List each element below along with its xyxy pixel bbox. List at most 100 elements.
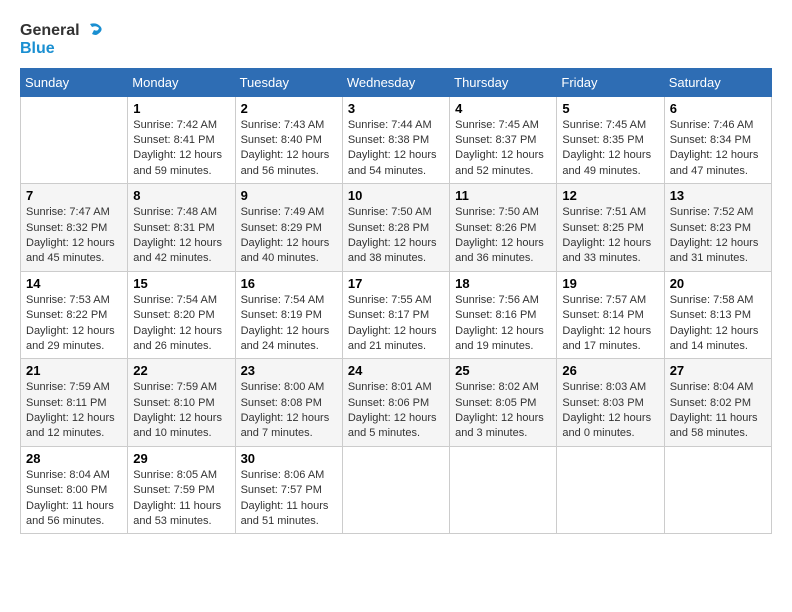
page-header: General Blue xyxy=(20,20,772,58)
calendar-cell: 8 Sunrise: 7:48 AM Sunset: 8:31 PM Daylig… xyxy=(128,184,235,272)
day-info: Sunrise: 8:06 AM Sunset: 7:57 PM Dayligh… xyxy=(241,468,337,530)
day-number: 19 xyxy=(562,276,658,291)
day-number: 18 xyxy=(455,276,551,291)
calendar-cell: 14 Sunrise: 7:53 AM Sunset: 8:22 PM Dayli… xyxy=(21,271,128,359)
calendar-cell: 23 Sunrise: 8:00 AM Sunset: 8:08 PM Dayli… xyxy=(235,359,342,447)
calendar-cell: 19 Sunrise: 7:57 AM Sunset: 8:14 PM Dayli… xyxy=(557,271,664,359)
header-day-wednesday: Wednesday xyxy=(342,68,449,96)
day-info: Sunrise: 7:54 AM Sunset: 8:20 PM Dayligh… xyxy=(133,293,229,355)
day-number: 23 xyxy=(241,363,337,378)
day-number: 27 xyxy=(670,363,766,378)
calendar-cell: 12 Sunrise: 7:51 AM Sunset: 8:25 PM Dayli… xyxy=(557,184,664,272)
day-info: Sunrise: 7:57 AM Sunset: 8:14 PM Dayligh… xyxy=(562,293,658,355)
day-info: Sunrise: 7:50 AM Sunset: 8:26 PM Dayligh… xyxy=(455,205,551,267)
calendar-cell: 7Sunrise: 7:47 AM Sunset: 8:32 PM Daylig… xyxy=(21,184,128,272)
header-day-friday: Friday xyxy=(557,68,664,96)
calendar-cell: 11 Sunrise: 7:50 AM Sunset: 8:26 PM Dayli… xyxy=(450,184,557,272)
day-info: Sunrise: 7:56 AM Sunset: 8:16 PM Dayligh… xyxy=(455,293,551,355)
day-number: 21 xyxy=(26,363,122,378)
calendar-cell: 25Sunrise: 8:02 AM Sunset: 8:05 PM Dayli… xyxy=(450,359,557,447)
day-info: Sunrise: 7:59 AM Sunset: 8:11 PM Dayligh… xyxy=(26,380,122,442)
day-info: Sunrise: 8:01 AM Sunset: 8:06 PM Dayligh… xyxy=(348,380,444,442)
day-info: Sunrise: 7:48 AM Sunset: 8:31 PM Dayligh… xyxy=(133,205,229,267)
calendar-cell: 15 Sunrise: 7:54 AM Sunset: 8:20 PM Dayli… xyxy=(128,271,235,359)
calendar-cell: 1Sunrise: 7:42 AM Sunset: 8:41 PM Daylig… xyxy=(128,96,235,184)
day-number: 8 xyxy=(133,188,229,203)
calendar-cell: 4Sunrise: 7:45 AM Sunset: 8:37 PM Daylig… xyxy=(450,96,557,184)
calendar-cell xyxy=(21,96,128,184)
header-row: SundayMondayTuesdayWednesdayThursdayFrid… xyxy=(21,68,772,96)
calendar-cell: 22 Sunrise: 7:59 AM Sunset: 8:10 PM Dayli… xyxy=(128,359,235,447)
day-info: Sunrise: 7:47 AM Sunset: 8:32 PM Dayligh… xyxy=(26,205,122,267)
calendar-week-row: 14 Sunrise: 7:53 AM Sunset: 8:22 PM Dayli… xyxy=(21,271,772,359)
logo: General Blue xyxy=(20,20,104,58)
day-number: 14 xyxy=(26,276,122,291)
calendar-cell xyxy=(557,446,664,534)
day-info: Sunrise: 8:03 AM Sunset: 8:03 PM Dayligh… xyxy=(562,380,658,442)
calendar-cell: 18 Sunrise: 7:56 AM Sunset: 8:16 PM Dayli… xyxy=(450,271,557,359)
day-number: 30 xyxy=(241,451,337,466)
header-day-tuesday: Tuesday xyxy=(235,68,342,96)
calendar-cell: 17 Sunrise: 7:55 AM Sunset: 8:17 PM Dayli… xyxy=(342,271,449,359)
day-info: Sunrise: 7:58 AM Sunset: 8:13 PM Dayligh… xyxy=(670,293,766,355)
day-info: Sunrise: 7:59 AM Sunset: 8:10 PM Dayligh… xyxy=(133,380,229,442)
day-number: 6 xyxy=(670,101,766,116)
day-info: Sunrise: 7:55 AM Sunset: 8:17 PM Dayligh… xyxy=(348,293,444,355)
calendar-cell: 9 Sunrise: 7:49 AM Sunset: 8:29 PM Daylig… xyxy=(235,184,342,272)
calendar-week-row: 7Sunrise: 7:47 AM Sunset: 8:32 PM Daylig… xyxy=(21,184,772,272)
calendar-cell: 26 Sunrise: 8:03 AM Sunset: 8:03 PM Dayli… xyxy=(557,359,664,447)
calendar-cell: 16Sunrise: 7:54 AM Sunset: 8:19 PM Dayli… xyxy=(235,271,342,359)
day-info: Sunrise: 7:44 AM Sunset: 8:38 PM Dayligh… xyxy=(348,118,444,180)
logo-bird-icon xyxy=(82,20,104,42)
logo-general-text: General xyxy=(20,22,80,40)
day-number: 29 xyxy=(133,451,229,466)
calendar-week-row: 21 Sunrise: 7:59 AM Sunset: 8:11 PM Dayli… xyxy=(21,359,772,447)
day-number: 22 xyxy=(133,363,229,378)
day-number: 24 xyxy=(348,363,444,378)
day-number: 9 xyxy=(241,188,337,203)
header-day-saturday: Saturday xyxy=(664,68,771,96)
day-info: Sunrise: 7:49 AM Sunset: 8:29 PM Dayligh… xyxy=(241,205,337,267)
day-number: 10 xyxy=(348,188,444,203)
day-number: 16 xyxy=(241,276,337,291)
logo-blue-text: Blue xyxy=(20,40,55,58)
day-info: Sunrise: 8:02 AM Sunset: 8:05 PM Dayligh… xyxy=(455,380,551,442)
day-number: 13 xyxy=(670,188,766,203)
day-info: Sunrise: 7:51 AM Sunset: 8:25 PM Dayligh… xyxy=(562,205,658,267)
day-number: 20 xyxy=(670,276,766,291)
calendar-table: SundayMondayTuesdayWednesdayThursdayFrid… xyxy=(20,68,772,535)
day-info: Sunrise: 7:52 AM Sunset: 8:23 PM Dayligh… xyxy=(670,205,766,267)
day-info: Sunrise: 7:43 AM Sunset: 8:40 PM Dayligh… xyxy=(241,118,337,180)
calendar-cell: 10 Sunrise: 7:50 AM Sunset: 8:28 PM Dayli… xyxy=(342,184,449,272)
day-info: Sunrise: 7:53 AM Sunset: 8:22 PM Dayligh… xyxy=(26,293,122,355)
header-day-thursday: Thursday xyxy=(450,68,557,96)
calendar-cell: 21 Sunrise: 7:59 AM Sunset: 8:11 PM Dayli… xyxy=(21,359,128,447)
day-info: Sunrise: 7:45 AM Sunset: 8:37 PM Dayligh… xyxy=(455,118,551,180)
day-info: Sunrise: 8:04 AM Sunset: 8:02 PM Dayligh… xyxy=(670,380,766,442)
day-number: 12 xyxy=(562,188,658,203)
day-info: Sunrise: 8:00 AM Sunset: 8:08 PM Dayligh… xyxy=(241,380,337,442)
day-number: 5 xyxy=(562,101,658,116)
calendar-cell: 29 Sunrise: 8:05 AM Sunset: 7:59 PM Dayli… xyxy=(128,446,235,534)
day-number: 17 xyxy=(348,276,444,291)
calendar-cell: 13 Sunrise: 7:52 AM Sunset: 8:23 PM Dayli… xyxy=(664,184,771,272)
calendar-cell: 5Sunrise: 7:45 AM Sunset: 8:35 PM Daylig… xyxy=(557,96,664,184)
calendar-cell: 28 Sunrise: 8:04 AM Sunset: 8:00 PM Dayli… xyxy=(21,446,128,534)
day-number: 28 xyxy=(26,451,122,466)
day-number: 26 xyxy=(562,363,658,378)
header-day-sunday: Sunday xyxy=(21,68,128,96)
day-number: 1 xyxy=(133,101,229,116)
calendar-cell: 27 Sunrise: 8:04 AM Sunset: 8:02 PM Dayli… xyxy=(664,359,771,447)
day-info: Sunrise: 7:50 AM Sunset: 8:28 PM Dayligh… xyxy=(348,205,444,267)
calendar-cell: 6 Sunrise: 7:46 AM Sunset: 8:34 PM Daylig… xyxy=(664,96,771,184)
calendar-cell: 20 Sunrise: 7:58 AM Sunset: 8:13 PM Dayli… xyxy=(664,271,771,359)
day-number: 3 xyxy=(348,101,444,116)
day-number: 11 xyxy=(455,188,551,203)
calendar-cell: 24 Sunrise: 8:01 AM Sunset: 8:06 PM Dayli… xyxy=(342,359,449,447)
header-day-monday: Monday xyxy=(128,68,235,96)
calendar-cell: 2Sunrise: 7:43 AM Sunset: 8:40 PM Daylig… xyxy=(235,96,342,184)
day-info: Sunrise: 8:05 AM Sunset: 7:59 PM Dayligh… xyxy=(133,468,229,530)
day-info: Sunrise: 7:46 AM Sunset: 8:34 PM Dayligh… xyxy=(670,118,766,180)
day-number: 15 xyxy=(133,276,229,291)
day-info: Sunrise: 8:04 AM Sunset: 8:00 PM Dayligh… xyxy=(26,468,122,530)
